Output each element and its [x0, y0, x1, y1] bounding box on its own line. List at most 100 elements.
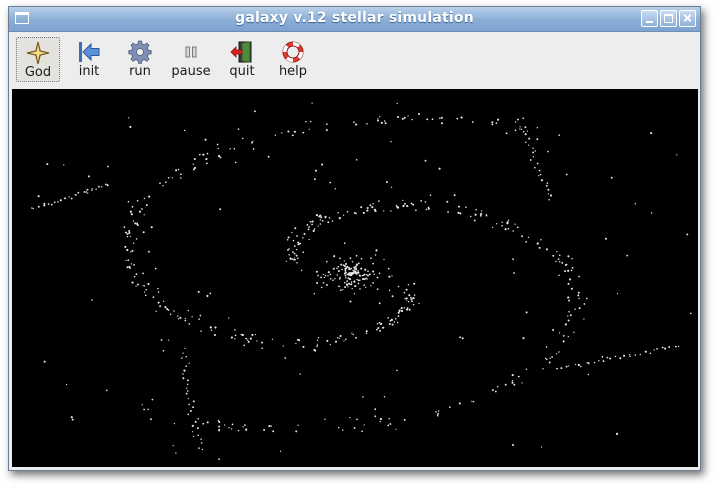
- star: [296, 235, 298, 237]
- star: [458, 205, 460, 208]
- star: [197, 290, 200, 293]
- star: [100, 186, 103, 188]
- star: [37, 205, 40, 208]
- star: [568, 299, 571, 302]
- star: [356, 264, 358, 267]
- star: [172, 445, 174, 447]
- star: [241, 333, 244, 337]
- star: [284, 357, 287, 359]
- help-button[interactable]: help: [271, 37, 315, 82]
- star: [143, 214, 145, 216]
- star: [574, 363, 577, 366]
- star: [525, 141, 527, 144]
- star: [307, 228, 310, 231]
- star: [372, 203, 374, 205]
- star: [137, 283, 139, 286]
- star: [289, 257, 292, 260]
- star: [320, 286, 323, 289]
- star: [396, 206, 400, 209]
- star: [413, 282, 416, 285]
- star: [251, 333, 254, 336]
- close-button[interactable]: [679, 10, 696, 27]
- quit-button[interactable]: quit: [220, 37, 264, 82]
- star: [369, 273, 371, 276]
- star: [609, 357, 612, 360]
- star: [545, 346, 548, 348]
- window-controls: [641, 10, 696, 27]
- star: [159, 182, 161, 185]
- star: [644, 350, 647, 353]
- star: [471, 400, 473, 402]
- run-button[interactable]: run: [118, 37, 162, 82]
- minimize-button[interactable]: [641, 10, 658, 27]
- pause-button[interactable]: pause: [169, 37, 213, 82]
- star: [514, 129, 517, 132]
- star: [461, 337, 464, 340]
- star: [491, 121, 494, 124]
- star: [154, 267, 157, 270]
- star: [598, 360, 600, 362]
- star: [384, 122, 387, 125]
- star: [334, 278, 336, 280]
- star: [376, 328, 378, 331]
- star: [420, 200, 423, 202]
- simulation-canvas[interactable]: [12, 89, 698, 467]
- star: [547, 150, 549, 153]
- star: [219, 208, 222, 211]
- star: [316, 339, 319, 341]
- star: [686, 233, 689, 236]
- star: [623, 354, 626, 357]
- star: [568, 310, 570, 313]
- star: [188, 403, 190, 406]
- star: [145, 288, 148, 291]
- star: [242, 137, 244, 140]
- star: [415, 209, 417, 212]
- star: [329, 273, 332, 276]
- god-button[interactable]: God: [16, 37, 60, 82]
- star: [288, 248, 290, 250]
- star: [410, 202, 413, 205]
- init-button[interactable]: init: [67, 37, 111, 82]
- star: [343, 260, 345, 262]
- star: [53, 201, 56, 204]
- star: [150, 226, 153, 229]
- star: [47, 203, 50, 205]
- maximize-button[interactable]: [660, 10, 677, 27]
- star: [504, 228, 507, 231]
- star: [135, 273, 138, 276]
- star: [341, 268, 343, 271]
- star: [234, 338, 236, 340]
- star: [345, 283, 349, 286]
- star: [162, 349, 165, 352]
- star: [376, 323, 379, 325]
- star: [374, 408, 377, 411]
- star: [192, 435, 195, 437]
- star: [364, 268, 367, 271]
- star: [528, 144, 530, 146]
- star: [424, 201, 427, 203]
- title-bar[interactable]: galaxy v.12 stellar simulation: [9, 7, 700, 32]
- star: [348, 282, 351, 285]
- star: [387, 267, 390, 270]
- star: [583, 303, 586, 305]
- star: [64, 197, 67, 199]
- star: [354, 123, 358, 126]
- star: [556, 250, 558, 253]
- star: [547, 193, 550, 195]
- star: [77, 191, 80, 194]
- star: [87, 175, 90, 178]
- star: [366, 123, 368, 125]
- star: [311, 221, 313, 223]
- star: [374, 415, 377, 418]
- star: [639, 353, 641, 356]
- star: [334, 340, 338, 343]
- star: [43, 360, 46, 363]
- star: [567, 269, 570, 272]
- star: [294, 227, 297, 230]
- star: [217, 147, 219, 150]
- star: [382, 326, 385, 329]
- star: [131, 206, 134, 208]
- star: [619, 357, 622, 360]
- star: [224, 424, 226, 426]
- star: [397, 315, 400, 317]
